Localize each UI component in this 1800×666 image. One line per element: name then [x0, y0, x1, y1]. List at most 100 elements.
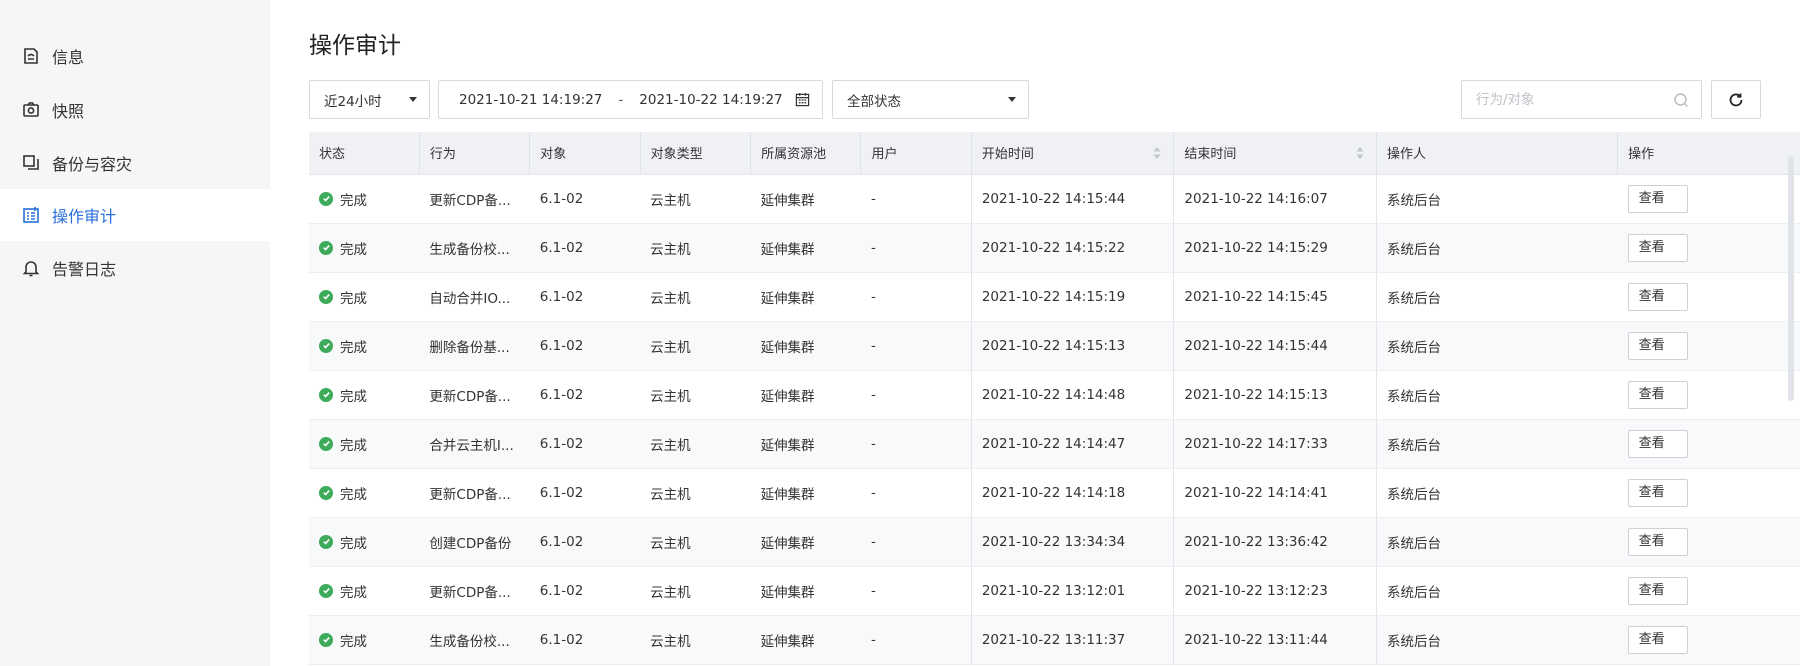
- cell-operator: 系统后台: [1375, 272, 1618, 322]
- sidebar-item-info[interactable]: 信息: [0, 30, 270, 82]
- cell-end-time: 2021-10-22 14:17:33: [1173, 419, 1377, 469]
- status-badge: 完成: [319, 483, 419, 503]
- status-badge: 完成: [319, 434, 419, 454]
- caret-down-icon: [409, 97, 417, 102]
- cell-status: 完成: [309, 615, 420, 665]
- date-range-picker[interactable]: 2021-10-21 14:19:27 - 2021-10-22 14:19:2…: [438, 80, 823, 119]
- view-button[interactable]: 查看: [1627, 625, 1688, 654]
- page-title: 操作审计: [309, 33, 401, 59]
- cell-resource-pool: 延伸集群: [750, 468, 861, 518]
- cell-end-time: 2021-10-22 14:15:29: [1173, 223, 1377, 273]
- app-page: 信息 快照 备份与容灾 操作审计 告警日志 操作审计 近24小时 2021-10…: [0, 0, 1800, 666]
- column-header-status: 状态: [309, 132, 420, 175]
- column-header-action: 行为: [419, 132, 531, 175]
- column-header-label: 结束时间: [1184, 147, 1237, 163]
- column-header-end-time[interactable]: 结束时间: [1173, 132, 1377, 175]
- cell-resource-pool: 延伸集群: [750, 223, 861, 273]
- time-range-select[interactable]: 近24小时: [309, 80, 430, 119]
- column-header-label: 开始时间: [981, 147, 1034, 163]
- sidebar-item-label: 信息: [52, 48, 85, 67]
- status-badge: 完成: [319, 189, 419, 209]
- cell-operation: 查看: [1617, 272, 1800, 322]
- cell-status: 完成: [309, 419, 420, 469]
- view-button[interactable]: 查看: [1627, 380, 1688, 409]
- cell-object: 6.1-02: [529, 272, 641, 322]
- view-button[interactable]: 查看: [1627, 331, 1688, 360]
- table-row: 完成 删除备份基... 6.1-02 云主机 延伸集群 -2021-10-22 14:15…: [309, 321, 1800, 371]
- cell-operation: 查看: [1617, 321, 1800, 371]
- cell-status: 完成: [309, 517, 420, 567]
- status-filter-select[interactable]: 全部状态: [832, 80, 1029, 119]
- refresh-button[interactable]: [1711, 80, 1761, 119]
- column-header-user: 用户: [860, 132, 972, 175]
- cell-start-time: 2021-10-22 13:11:37: [970, 615, 1174, 665]
- view-button[interactable]: 查看: [1627, 282, 1688, 311]
- time-range-value: 近24小时: [324, 93, 382, 110]
- cell-object-type: 云主机: [640, 566, 751, 616]
- cell-object: 6.1-02: [529, 419, 641, 469]
- view-button[interactable]: 查看: [1627, 527, 1688, 556]
- column-header-start-time[interactable]: 开始时间: [971, 132, 1175, 175]
- sort-icon[interactable]: [1153, 147, 1161, 159]
- cell-action: 删除备份基...: [419, 321, 530, 371]
- cell-user: -: [860, 615, 972, 665]
- cell-object: 6.1-02: [529, 321, 641, 371]
- search-input[interactable]: [1476, 91, 1656, 108]
- table-row: 完成 更新CDP备... 6.1-02 云主机 延伸集群 -2021-10-22 13:1…: [309, 566, 1800, 616]
- status-badge: 完成: [319, 385, 419, 405]
- cell-operation: 查看: [1617, 174, 1800, 224]
- cell-operation: 查看: [1617, 419, 1800, 469]
- search-icon[interactable]: [1673, 92, 1689, 108]
- cell-operator: 系统后台: [1375, 517, 1618, 567]
- cell-end-time: 2021-10-22 14:15:13: [1173, 370, 1377, 420]
- calendar-icon: [795, 92, 810, 107]
- sidebar-item-alarm-log[interactable]: 告警日志: [0, 242, 270, 294]
- cell-action: 更新CDP备...: [419, 174, 530, 224]
- view-button[interactable]: 查看: [1627, 429, 1688, 458]
- check-circle-icon: [319, 534, 333, 549]
- vertical-scrollbar[interactable]: [1788, 156, 1794, 401]
- cell-end-time: 2021-10-22 14:16:07: [1173, 174, 1377, 224]
- table-row: 完成 更新CDP备... 6.1-02 云主机 延伸集群 -2021-10-22 14:1…: [309, 174, 1800, 224]
- sort-icon[interactable]: [1356, 147, 1364, 159]
- sidebar-item-backup[interactable]: 备份与容灾: [0, 137, 270, 189]
- view-button[interactable]: 查看: [1627, 576, 1688, 605]
- view-button[interactable]: 查看: [1627, 478, 1688, 507]
- caret-down-icon: [1008, 97, 1016, 102]
- cell-resource-pool: 延伸集群: [750, 174, 861, 224]
- sidebar-item-audit[interactable]: 操作审计: [0, 189, 270, 241]
- sidebar-item-label: 快照: [52, 102, 85, 121]
- status-badge: 完成: [319, 581, 419, 601]
- cell-action: 生成备份校...: [419, 223, 530, 273]
- view-button[interactable]: 查看: [1627, 233, 1688, 262]
- cell-operator: 系统后台: [1375, 419, 1618, 469]
- audit-list-icon: [21, 205, 41, 225]
- cell-operator: 系统后台: [1375, 321, 1618, 371]
- view-button[interactable]: 查看: [1627, 184, 1688, 213]
- cell-object-type: 云主机: [640, 321, 751, 371]
- status-text: 完成: [340, 633, 367, 650]
- check-circle-icon: [319, 289, 333, 304]
- audit-table: 状态 行为 对象 对象类型 所属资源池 用户 开始时间 结束时间 操作人 操作 …: [309, 132, 1800, 666]
- cell-resource-pool: 延伸集群: [750, 321, 861, 371]
- sidebar-item-snapshot[interactable]: 快照: [0, 84, 270, 136]
- camera-icon: [21, 100, 41, 120]
- check-circle-icon: [319, 387, 333, 402]
- cell-object-type: 云主机: [640, 272, 751, 322]
- check-circle-icon: [319, 583, 333, 598]
- check-circle-icon: [319, 436, 333, 451]
- status-filter-value: 全部状态: [847, 93, 901, 110]
- status-text: 完成: [340, 535, 367, 552]
- table-row: 完成 自动合并IO... 6.1-02 云主机 延伸集群 -2021-10-22 14:1…: [309, 272, 1800, 322]
- sidebar-item-label: 操作审计: [52, 207, 117, 226]
- status-text: 完成: [340, 486, 367, 503]
- cell-operation: 查看: [1617, 468, 1800, 518]
- date-end: 2021-10-22 14:19:27: [639, 91, 783, 108]
- cell-end-time: 2021-10-22 13:12:23: [1173, 566, 1377, 616]
- status-badge: 完成: [319, 238, 419, 258]
- cell-start-time: 2021-10-22 13:12:01: [970, 566, 1174, 616]
- cell-user: -: [860, 321, 972, 371]
- cell-start-time: 2021-10-22 14:15:44: [970, 174, 1174, 224]
- sidebar-item-label: 告警日志: [52, 260, 117, 279]
- status-text: 完成: [340, 584, 367, 601]
